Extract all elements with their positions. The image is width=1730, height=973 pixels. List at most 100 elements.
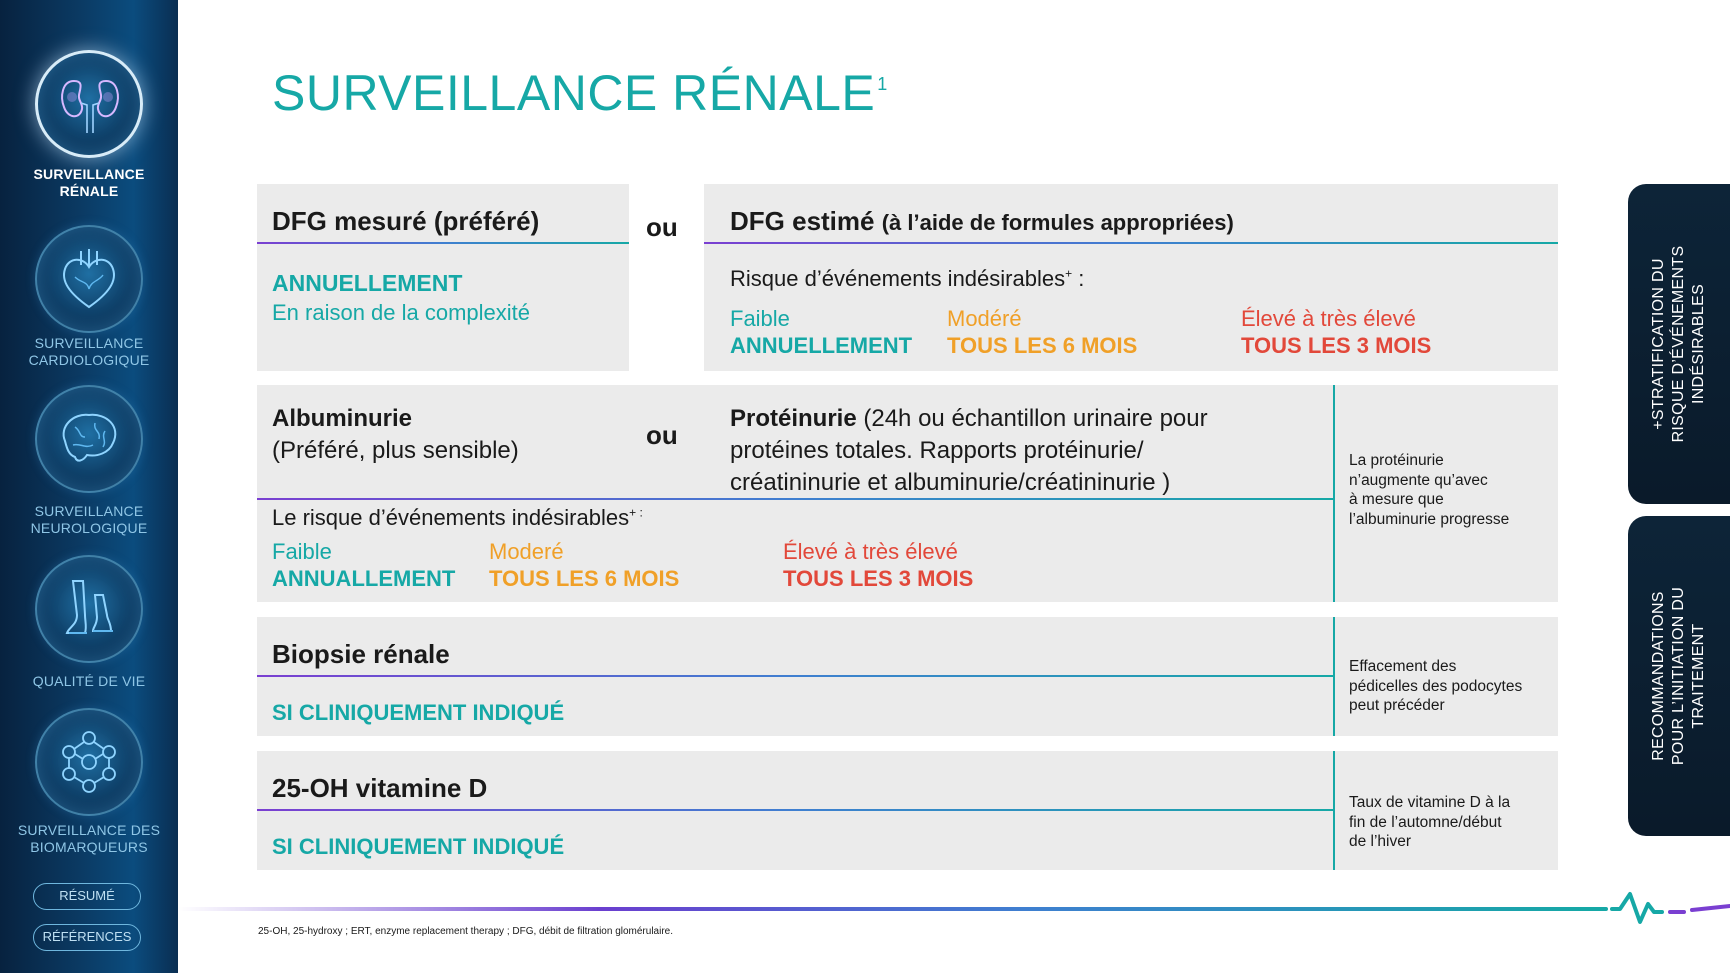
tab-stratification-risque[interactable]: +STRATIFICATION DU RISQUE D’ÉVÉNEMENTS I…	[1628, 184, 1730, 504]
sidebar-item-surveillance-neurologique[interactable]: SURVEILLANCE NEUROLOGIQUE	[0, 385, 178, 545]
sidebar-item-surveillance-biomarqueurs[interactable]: SURVEILLANCE DES BIOMARQUEURS	[0, 708, 178, 858]
feet-icon	[35, 555, 143, 663]
dfg-measured-heading: DFG mesuré (préféré)	[272, 206, 540, 236]
dfg-estimated-heading: DFG estimé (à l’aide de formules appropr…	[730, 206, 1234, 237]
dfg-high-frequency: TOUS LES 3 MOIS	[1241, 333, 1432, 358]
dfg-estimated-panel: DFG estimé (à l’aide de formules appropr…	[704, 184, 1558, 371]
albuminuria-risk-label: Le risque d’événements indésirables+ :	[272, 505, 643, 531]
divider	[257, 809, 1333, 811]
vitamin-d-panel: 25-OH vitamine D SI CLINIQUEMENT INDIQUÉ…	[257, 751, 1558, 870]
dfg-estimated-heading-detail: (à l’aide de formules appropriées)	[881, 210, 1234, 235]
proteinuria-line1: (24h ou échantillon urinaire pour	[856, 405, 1208, 432]
tab-stratification-label: +STRATIFICATION DU RISQUE D’ÉVÉNEMENTS I…	[1649, 246, 1709, 443]
heart-icon	[35, 225, 143, 333]
nav-label-line2: RÉNALE	[59, 183, 119, 199]
albuminuria-low-label: Faible	[272, 539, 332, 564]
tab-line: INDÉSIRABLES	[1690, 283, 1707, 405]
column-divider	[1333, 617, 1335, 736]
sidebar-item-surveillance-renale[interactable]: SURVEILLANCE RÉNALE	[0, 0, 178, 205]
dfg-measured-frequency: ANNUELLEMENT	[272, 270, 463, 296]
nav-label-line1: QUALITÉ DE VIE	[32, 673, 146, 689]
nav-label-line2: CARDIOLOGIQUE	[28, 352, 150, 368]
vitamin-d-note: Taux de vitamine D à la fin de l’automne…	[1349, 793, 1510, 852]
sidebar-nav: SURVEILLANCE RÉNALE SURVEILLANCE CARDIOLOG…	[0, 0, 178, 973]
dfg-measured-panel: DFG mesuré (préféré) ANNUELLEMENT En rai…	[257, 184, 629, 371]
vitamin-d-frequency: SI CLINIQUEMENT INDIQUÉ	[272, 834, 565, 859]
vitamin-d-heading: 25-OH vitamine D	[272, 773, 488, 803]
albuminuria-panel: Albuminurie (Préféré, plus sensible) ou P…	[257, 385, 1558, 602]
tab-line: TRAITEMENT	[1690, 623, 1707, 729]
albuminuria-high-label: Élevé à très élevé	[783, 539, 958, 564]
dfg-low-label: Faible	[730, 306, 790, 331]
albuminuria-risk-label-text: Le risque d’événements indésirables	[272, 505, 630, 530]
tab-line: +STRATIFICATION DU	[1650, 258, 1667, 430]
dfg-risk-label-end: :	[1072, 266, 1085, 291]
biopsy-frequency: SI CLINIQUEMENT INDIQUÉ	[272, 700, 565, 725]
dfg-risk-label-text: Risque d’événements indésirables	[730, 266, 1066, 291]
albuminuria-low-frequency: ANNUALLEMENT	[272, 566, 456, 591]
kidneys-icon	[35, 50, 143, 158]
tab-line: POUR L’INITIATION DU	[1670, 586, 1687, 766]
divider	[704, 242, 1558, 244]
page-title: SURVEILLANCE RÉNALE 1	[272, 64, 888, 122]
note-line: peut précéder	[1349, 697, 1445, 714]
biopsy-panel: Biopsie rénale SI CLINIQUEMENT INDIQUÉ E…	[257, 617, 1558, 736]
or-label: ou	[646, 420, 678, 450]
divider	[257, 498, 1333, 500]
dfg-estimated-heading-main: DFG estimé	[730, 206, 875, 236]
column-divider	[1333, 385, 1335, 602]
or-label: ou	[646, 212, 678, 242]
note-line: n’augmente qu’avec	[1349, 471, 1488, 489]
brand-logo-icon	[1588, 892, 1730, 924]
divider	[257, 675, 1333, 677]
note-line: de l’hiver	[1349, 833, 1412, 850]
note-line: Taux de vitamine D à la	[1349, 794, 1511, 811]
albuminuria-heading: Albuminurie (Préféré, plus sensible)	[272, 403, 519, 467]
proteinuria-line3: créatininurie et albuminurie/créatininur…	[730, 469, 1171, 496]
brain-icon	[35, 385, 143, 493]
note-line: fin de l’automne/début	[1349, 813, 1502, 831]
page-title-superscript: 1	[877, 74, 888, 94]
sidebar-item-surveillance-cardiologique[interactable]: SURVEILLANCE CARDIOLOGIQUE	[0, 215, 178, 375]
proteinuria-heading: Protéinurie (24h ou échantillon urinaire…	[730, 403, 1208, 499]
tab-recommandations-label: RECOMMANDATIONS POUR L’INITIATION DU TRA…	[1649, 587, 1709, 765]
biopsy-heading: Biopsie rénale	[272, 639, 450, 669]
note-line: Effacement des	[1349, 658, 1457, 675]
albuminuria-moderate-frequency: TOUS LES 6 MOIS	[489, 566, 680, 591]
page-title-text: SURVEILLANCE RÉNALE	[272, 65, 876, 121]
tab-line: RISQUE D’ÉVÉNEMENTS	[1670, 245, 1687, 443]
dfg-measured-reason: En raison de la complexité	[272, 300, 531, 325]
tab-recommandations[interactable]: RECOMMANDATIONS POUR L’INITIATION DU TRA…	[1628, 516, 1730, 836]
dfg-risk-label: Risque d’événements indésirables+ :	[730, 266, 1084, 292]
footnote: 25-OH, 25-hydroxy ; ERT, enzyme replacem…	[258, 926, 673, 937]
dfg-low-frequency: ANNUELLEMENT	[730, 333, 913, 358]
column-divider	[1333, 751, 1335, 870]
albuminuria-title: Albuminurie	[272, 405, 413, 432]
albuminuria-risk-label-sup: + :	[629, 505, 643, 520]
footer-divider	[178, 907, 1588, 911]
nav-label-line1: SURVEILLANCE	[34, 503, 144, 519]
albuminuria-note: La protéinurie n’augmente qu’avec à mesu…	[1349, 451, 1509, 529]
proteinuria-title: Protéinurie	[730, 405, 857, 432]
nav-label-line1: SURVEILLANCE DES	[17, 822, 161, 838]
divider	[257, 242, 629, 244]
resume-button[interactable]: RÉSUMÉ	[33, 883, 141, 910]
nav-label-line2: NEUROLOGIQUE	[30, 520, 148, 536]
nav-label-line2: BIOMARQUEURS	[30, 839, 148, 855]
molecule-icon	[35, 708, 143, 816]
nav-label-line1: SURVEILLANCE	[33, 166, 145, 182]
albuminuria-high-frequency: TOUS LES 3 MOIS	[783, 566, 974, 591]
references-button[interactable]: RÉFÉRENCES	[33, 924, 141, 951]
albuminuria-moderate-label: Moderé	[489, 539, 564, 564]
dfg-high-label: Élevé à très élevé	[1241, 306, 1416, 331]
albuminuria-subtitle: (Préféré, plus sensible)	[272, 437, 519, 464]
note-line: à mesure que	[1349, 491, 1444, 508]
dfg-moderate-frequency: TOUS LES 6 MOIS	[947, 333, 1138, 358]
proteinuria-line2: protéines totales. Rapports protéinurie/	[730, 437, 1144, 464]
note-line: La protéinurie	[1349, 452, 1444, 469]
tab-line: RECOMMANDATIONS	[1650, 591, 1667, 761]
nav-label-line1: SURVEILLANCE	[34, 335, 144, 351]
note-line: pédicelles des podocytes	[1349, 677, 1523, 695]
sidebar-item-qualite-de-vie[interactable]: QUALITÉ DE VIE	[0, 555, 178, 695]
biopsy-note: Effacement des pédicelles des podocytes …	[1349, 657, 1522, 716]
